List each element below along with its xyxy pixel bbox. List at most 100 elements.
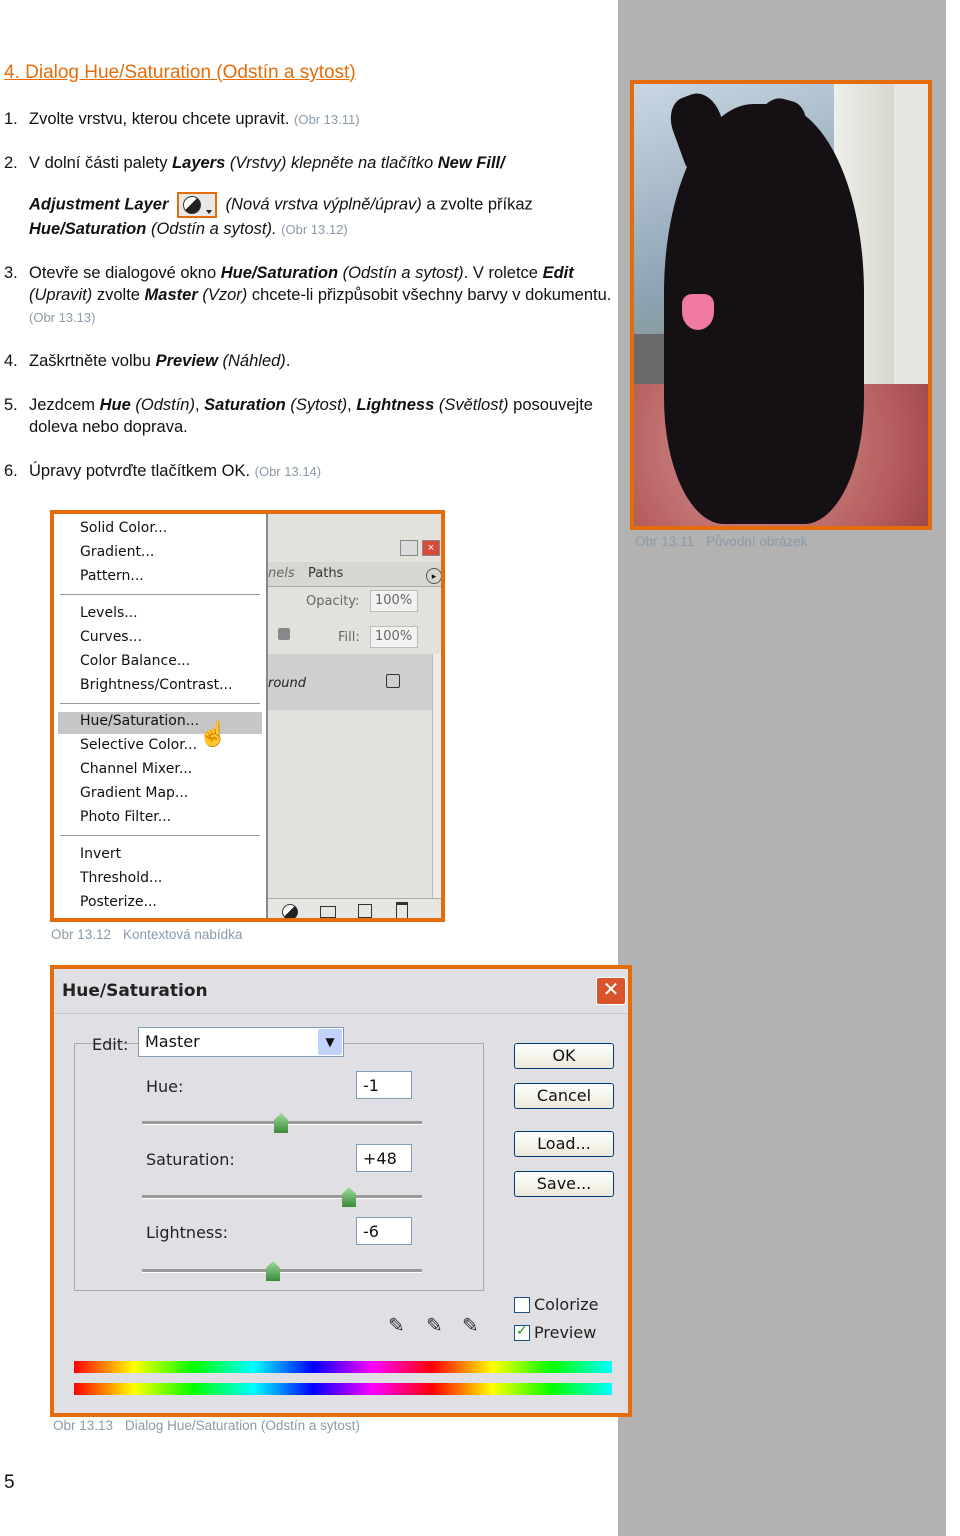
tab-channels[interactable]: nels: [268, 566, 295, 581]
context-menu-screenshot: × nels Paths ▸ Opacity: 100% Fill: 100% …: [50, 510, 445, 922]
step-text: (Sytost): [285, 396, 348, 414]
load-button[interactable]: Load...: [514, 1131, 614, 1157]
step-text: chcete-li přizpůsobit všechny barvy v do…: [247, 286, 612, 304]
adjustment-group: [74, 1043, 484, 1291]
fill-label: Fill:: [338, 630, 360, 645]
step-text: ,: [194, 396, 205, 414]
fill-field[interactable]: 100%: [370, 626, 418, 648]
menu-item[interactable]: Solid Color...: [80, 520, 167, 536]
step-text: (Upravit): [29, 286, 93, 304]
figure-ref: (Obr 13.14): [254, 464, 322, 479]
step-text: . V roletce: [463, 264, 543, 282]
scrollbar[interactable]: [432, 654, 441, 898]
hand-cursor-icon: ☝: [198, 721, 228, 748]
step-4: 4. Zaškrtněte volbu Preview (Náhled).: [4, 350, 290, 372]
caption-number: Obr 13.11: [635, 534, 695, 549]
menu-item[interactable]: Gradient Map...: [80, 785, 188, 801]
menu-item[interactable]: Selective Color...: [80, 737, 197, 753]
step-text: (Odstín a sytost).: [146, 220, 277, 238]
preview-checkbox[interactable]: [514, 1322, 530, 1341]
menu-item[interactable]: Color Balance...: [80, 653, 190, 669]
edit-dropdown[interactable]: Master ▼: [138, 1027, 344, 1057]
step-1: 1. Zvolte vrstvu, kterou chcete upravit.…: [4, 108, 360, 130]
opacity-label: Opacity:: [306, 594, 360, 609]
caption-text: Kontextová nabídka: [123, 927, 243, 942]
step-5: 5. Jezdcem Hue (Odstín), Saturation (Syt…: [4, 394, 593, 436]
trash-icon[interactable]: [396, 902, 408, 918]
menu-item[interactable]: Curves...: [80, 629, 142, 645]
menu-item[interactable]: Gradient...: [80, 544, 154, 560]
layers-panel: × nels Paths ▸ Opacity: 100% Fill: 100% …: [268, 514, 441, 918]
term-saturation: Saturation: [204, 396, 286, 414]
term-hue: Hue: [99, 396, 131, 414]
menu-separator: [60, 835, 260, 836]
step-text: Úpravy potvrďte tlačítkem OK.: [29, 462, 251, 480]
term-edit: Edit: [542, 264, 574, 282]
layer-lock-icon: [386, 674, 400, 688]
term-new-fill: New Fill/: [437, 154, 505, 172]
hue-saturation-dialog: Hue/Saturation ✕ Edit: Master ▼ Hue: -1 S…: [50, 965, 632, 1417]
step-6: 6. Úpravy potvrďte tlačítkem OK. (Obr 13…: [4, 460, 321, 482]
step-2-cont: Adjustment Layer (Nová vrstva výplně/úpr…: [29, 192, 609, 241]
adjustment-layer-button-icon: [176, 192, 217, 218]
menu-item[interactable]: Threshold...: [80, 870, 162, 886]
menu-item[interactable]: Brightness/Contrast...: [80, 677, 232, 693]
step-text: zvolte: [92, 286, 145, 304]
tab-paths[interactable]: Paths: [308, 566, 343, 581]
term-hue-saturation: Hue/Saturation: [220, 264, 339, 282]
dog-photo: [630, 80, 932, 530]
eyedropper-icon[interactable]: ✎: [388, 1313, 405, 1338]
step-number: 1.: [4, 110, 18, 128]
step-text: ,: [347, 396, 357, 414]
caption-13-11: Obr 13.11 Původní obrázek: [635, 534, 807, 549]
menu-item[interactable]: Pattern...: [80, 568, 144, 584]
colorize-label: Colorize: [534, 1295, 599, 1314]
colorize-checkbox[interactable]: [514, 1297, 530, 1313]
lock-icon[interactable]: [278, 628, 290, 640]
step-number: 6.: [4, 462, 18, 480]
eyedropper-minus-icon[interactable]: ✎: [462, 1313, 479, 1338]
lightness-field[interactable]: -6: [356, 1217, 412, 1245]
step-number: 2.: [4, 154, 18, 172]
step-3: 3. Otevře se dialogové okno Hue/Saturati…: [4, 262, 611, 325]
figure-ref: (Obr 13.11): [294, 112, 360, 127]
save-button[interactable]: Save...: [514, 1171, 614, 1197]
new-layer-icon[interactable]: [358, 904, 372, 918]
step-number: 5.: [4, 396, 18, 414]
menu-item-hue-saturation[interactable]: Hue/Saturation...: [80, 713, 199, 729]
term-layers: Layers: [172, 154, 226, 172]
menu-item[interactable]: Levels...: [80, 605, 138, 621]
folder-icon[interactable]: [320, 906, 336, 918]
minimize-icon[interactable]: [400, 540, 418, 556]
ok-button[interactable]: OK: [514, 1043, 614, 1069]
step-text: (Vrstvy) klepněte na tlačítko: [225, 154, 438, 172]
puppy-tongue: [682, 294, 714, 330]
panel-menu-icon[interactable]: ▸: [426, 568, 441, 584]
step-number: 3.: [4, 264, 18, 282]
close-icon[interactable]: ×: [422, 540, 440, 556]
menu-item[interactable]: Channel Mixer...: [80, 761, 192, 777]
caption-number: Obr 13.13: [53, 1418, 114, 1433]
step-text: Otevře se dialogové okno: [29, 264, 221, 282]
menu-item[interactable]: Posterize...: [80, 894, 157, 910]
caption-text: Dialog Hue/Saturation (Odstín a sytost): [125, 1418, 360, 1433]
menu-item[interactable]: Invert: [80, 846, 121, 862]
step-text: (Náhled): [217, 352, 286, 370]
opacity-field[interactable]: 100%: [370, 590, 418, 612]
page-edge: [946, 0, 960, 1536]
hue-field[interactable]: -1: [356, 1071, 412, 1099]
term-adjustment-layer: Adjustment Layer: [29, 195, 169, 214]
term-master: Master: [144, 286, 198, 304]
menu-item[interactable]: Photo Filter...: [80, 809, 171, 825]
saturation-slider-track[interactable]: [142, 1195, 422, 1199]
eyedropper-plus-icon[interactable]: ✎: [426, 1313, 443, 1338]
step-text: V dolní části palety: [29, 154, 173, 172]
adjustment-layer-icon[interactable]: [282, 904, 298, 918]
saturation-field[interactable]: +48: [356, 1144, 412, 1172]
lightness-slider-track[interactable]: [142, 1269, 422, 1273]
cancel-button[interactable]: Cancel: [514, 1083, 614, 1109]
caption-13-12: Obr 13.12 Kontextová nabídka: [51, 927, 242, 942]
dialog-titlebar: Hue/Saturation ✕: [54, 969, 628, 1014]
term-hue-saturation: Hue/Saturation: [29, 220, 147, 238]
close-icon[interactable]: ✕: [596, 977, 626, 1005]
